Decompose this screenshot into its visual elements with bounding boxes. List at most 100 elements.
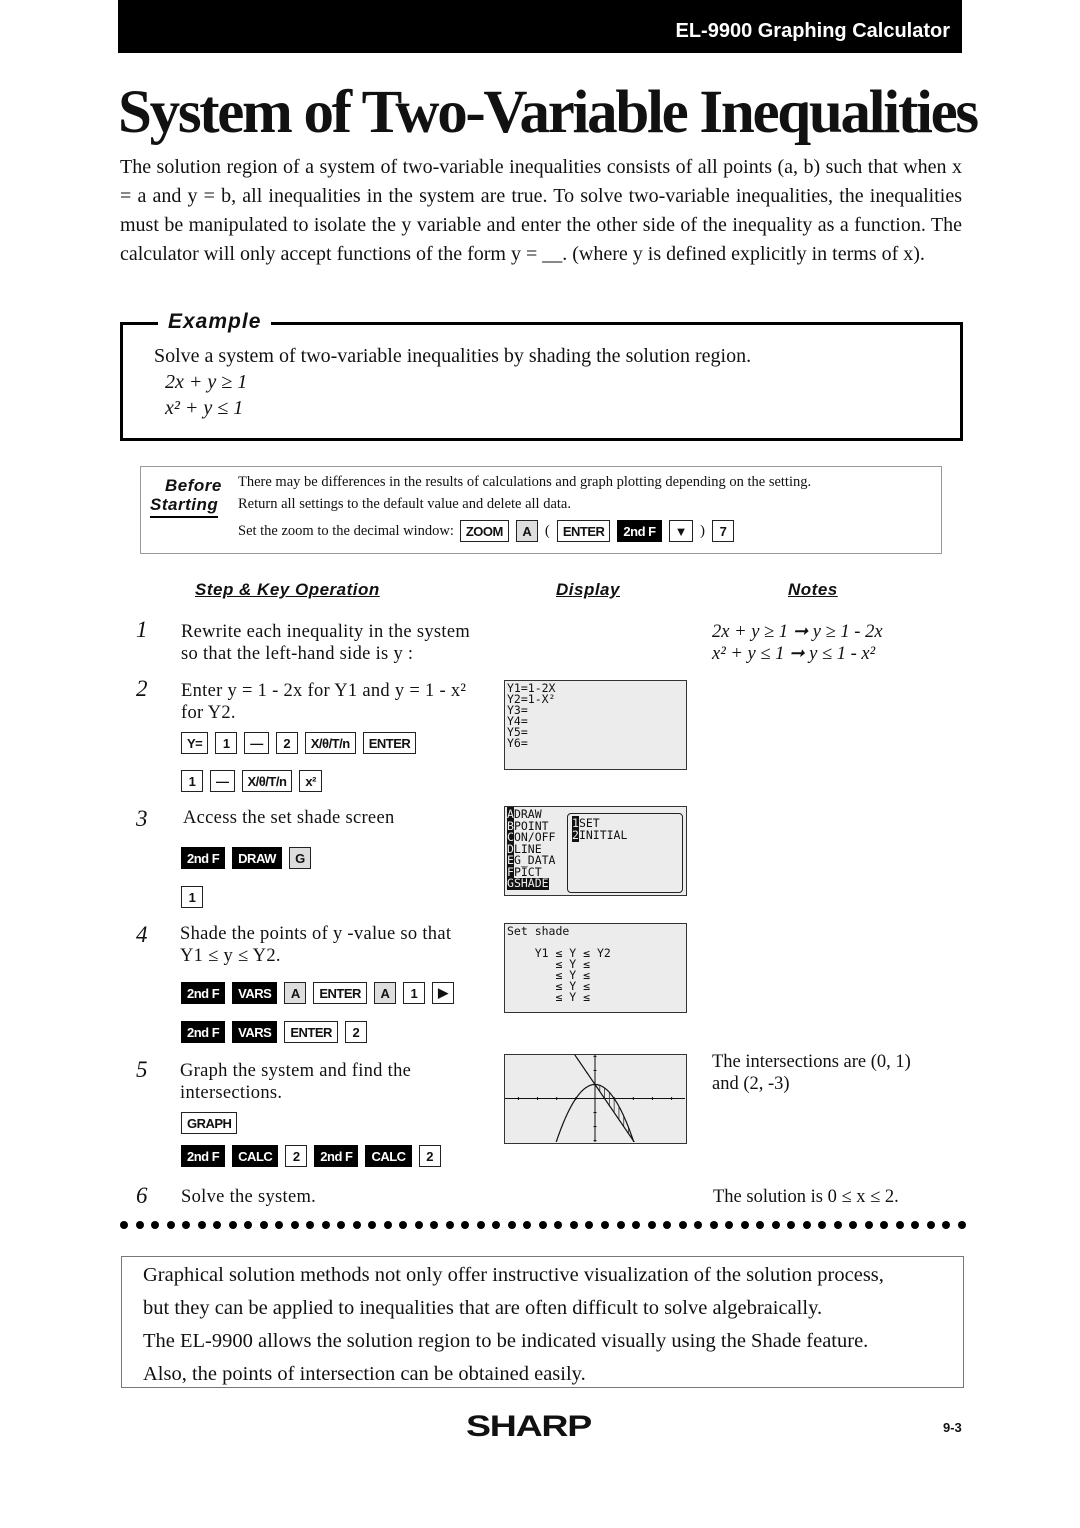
key-sequence: 2nd F DRAW G (181, 846, 311, 870)
summary-line: but they can be applied to inequalities … (143, 1297, 823, 1319)
before-line-3: Set the zoom to the decimal window: (238, 522, 454, 539)
key-2: 2 (418, 1145, 441, 1167)
dot (678, 1221, 687, 1229)
dot (663, 1221, 672, 1229)
dot (818, 1221, 827, 1229)
dot (632, 1221, 641, 1229)
paren-text: ( (544, 522, 550, 539)
key-2: 2 (285, 1145, 308, 1167)
display-draw-menu: ADRAW BPOINT CON/OFF DLINE EG_DATA FPICT… (504, 806, 687, 896)
key--: — (210, 770, 235, 792)
key-enter: ENTER (556, 520, 611, 542)
key-enter: ENTER (284, 1021, 338, 1043)
key-x-: x² (299, 770, 322, 792)
dot (802, 1221, 811, 1229)
dot (306, 1221, 315, 1229)
key-2nd-f: 2nd F (181, 982, 226, 1004)
example-text: Solve a system of two-variable inequalit… (154, 345, 752, 367)
key-sequence: GRAPH (181, 1111, 238, 1135)
key-a: A (515, 520, 538, 542)
key-vars: VARS (232, 1021, 278, 1043)
dot (942, 1221, 951, 1229)
column-notes: Notes (788, 580, 838, 599)
key-2: 2 (275, 732, 298, 754)
column-display: Display (556, 580, 620, 599)
inequality-2: x² + y ≤ 1 (165, 397, 244, 419)
header-bar: EL-9900 Graphing Calculator (118, 0, 962, 53)
dot (352, 1221, 361, 1229)
dot (213, 1221, 222, 1229)
display-graph (504, 1054, 687, 1144)
key-calc: CALC (232, 1145, 279, 1167)
column-step: Step & Key Operation (195, 580, 380, 599)
key-graph: GRAPH (181, 1112, 238, 1134)
dot (616, 1221, 625, 1229)
key-2nd-f: 2nd F (181, 1145, 226, 1167)
dot (166, 1221, 175, 1229)
before-line-1: There may be differences in the results … (238, 474, 812, 490)
key-sequence: 1 — X/θ/T/n x² (181, 769, 322, 793)
key-1: 1 (181, 770, 203, 792)
dot (554, 1221, 563, 1229)
dot (321, 1221, 330, 1229)
summary-line: Also, the points of intersection can be … (143, 1363, 586, 1385)
dot (523, 1221, 532, 1229)
dot (833, 1221, 842, 1229)
dot (182, 1221, 191, 1229)
dot (368, 1221, 377, 1229)
dot (430, 1221, 439, 1229)
page-number: 9-3 (943, 1420, 962, 1435)
sharp-logo: SHARP (466, 1410, 592, 1443)
dot (771, 1221, 780, 1229)
key-sequence: 1 (181, 885, 203, 909)
dot (600, 1221, 609, 1229)
display-set-shade: Set shade Y1 ≤ Y ≤ Y2 ≤ Y ≤ ≤ Y ≤ ≤ Y ≤ … (504, 923, 687, 1013)
page-title: System of Two-Variable Inequalities (118, 79, 979, 146)
key--: — (244, 732, 269, 754)
dot (725, 1221, 734, 1229)
key-x-t-n: X/θ/T/n (241, 770, 293, 792)
submenu-item-initial: 2INITIAL (572, 827, 628, 842)
step-number: 1 (136, 617, 148, 642)
dot (476, 1221, 485, 1229)
step-number: 5 (136, 1057, 148, 1082)
key-vars: VARS (232, 982, 278, 1004)
dotted-divider (120, 1221, 966, 1235)
key-1: 1 (215, 732, 238, 754)
dot (461, 1221, 470, 1229)
display-y-editor: Y1=1-2X Y2=1-X² Y3= Y4= Y5= Y6= (504, 680, 687, 770)
paren-text: ) (699, 522, 705, 539)
dot (911, 1221, 920, 1229)
key--: ▶ (431, 982, 454, 1004)
dot (445, 1221, 454, 1229)
step-text: Shade the points of y -value so that Y1 ≤… (180, 924, 452, 966)
key-a: A (373, 982, 396, 1004)
step-text: Enter y = 1 - 2x for Y1 and y = 1 - x² fo… (181, 681, 467, 723)
key-enter: ENTER (313, 982, 367, 1004)
submenu-panel: 1SET 2INITIAL (567, 813, 683, 893)
key-sequence: 2nd F VARS ENTER 2 (181, 1020, 367, 1044)
example-label: Example (158, 310, 272, 334)
step-note: The solution is 0 ≤ x ≤ 2. (713, 1187, 899, 1207)
summary-line: Graphical solution methods not only offe… (143, 1264, 884, 1286)
dot (694, 1221, 703, 1229)
key-sequence: 2nd F VARS A ENTER A 1 ▶ (181, 981, 454, 1005)
dot (740, 1221, 749, 1229)
step-note: The intersections are (0, 1) and (2, -3) (712, 1052, 911, 1094)
dot (647, 1221, 656, 1229)
key-2: 2 (344, 1021, 367, 1043)
dot (569, 1221, 578, 1229)
dot (399, 1221, 408, 1229)
dot (787, 1221, 796, 1229)
step-number: 4 (136, 922, 148, 947)
dot (507, 1221, 516, 1229)
dot (197, 1221, 206, 1229)
dot (259, 1221, 268, 1229)
key-a: A (284, 982, 307, 1004)
key-calc: CALC (365, 1145, 412, 1167)
dot (709, 1221, 718, 1229)
before-line-2: Return all settings to the default value… (238, 496, 571, 512)
key-g: G (288, 847, 311, 869)
key-1: 1 (181, 886, 203, 908)
dot (135, 1221, 144, 1229)
